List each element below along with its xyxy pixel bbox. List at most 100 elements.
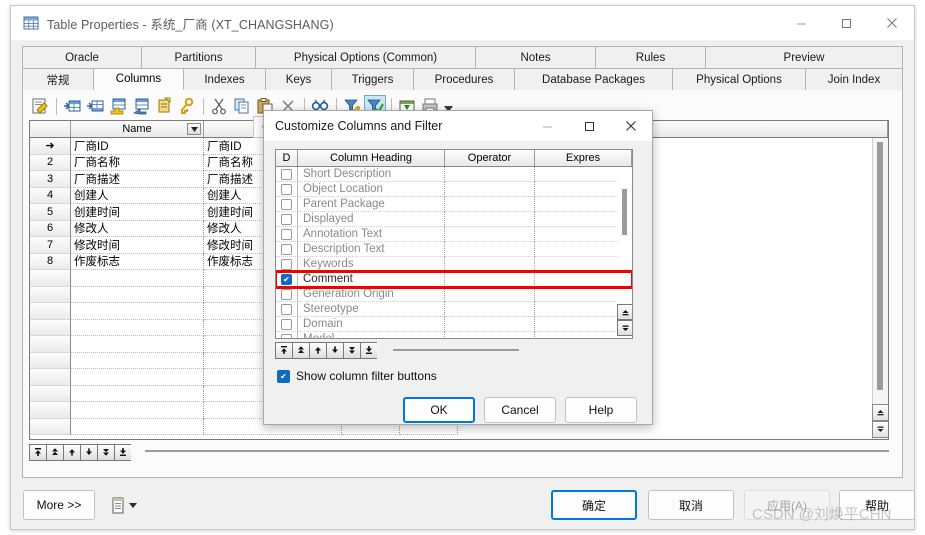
- list-item-operator[interactable]: [445, 242, 535, 257]
- tab-triggers[interactable]: Triggers: [332, 68, 414, 90]
- copy-column-icon[interactable]: [153, 95, 175, 117]
- cell-name[interactable]: [71, 270, 204, 287]
- tab-join-index[interactable]: Join Index: [806, 68, 903, 90]
- dialog-ok-button[interactable]: OK: [403, 397, 475, 423]
- insert-row-icon[interactable]: [61, 95, 83, 117]
- display-checkbox[interactable]: [281, 288, 292, 300]
- tab-partitions[interactable]: Partitions: [142, 46, 256, 68]
- list-item-label[interactable]: Generation Origin: [298, 287, 445, 302]
- grid-horizontal-scrollbar[interactable]: [145, 445, 889, 459]
- report-menu-button[interactable]: [106, 490, 142, 520]
- tab-physical-options[interactable]: Physical Options: [673, 68, 806, 90]
- list-item[interactable]: Annotation Text: [276, 227, 632, 242]
- scrollbar-track[interactable]: [393, 348, 519, 352]
- cell-name[interactable]: [71, 303, 204, 320]
- copy-icon[interactable]: [231, 95, 253, 117]
- list-item-operator[interactable]: [445, 332, 535, 338]
- display-checkbox[interactable]: [281, 168, 292, 180]
- list-item-operator[interactable]: [445, 227, 535, 242]
- cell-name[interactable]: [71, 286, 204, 303]
- dialog-maximize-button[interactable]: [568, 111, 610, 141]
- dialog-horizontal-scrollbar[interactable]: [393, 344, 633, 356]
- list-item-comment[interactable]: ✔ Comment: [276, 270, 632, 289]
- minimize-button[interactable]: [779, 6, 824, 40]
- close-button[interactable]: [869, 6, 914, 40]
- list-item[interactable]: Parent Package: [276, 197, 632, 212]
- list-item-checkbox-cell[interactable]: [276, 257, 298, 272]
- display-checkbox[interactable]: [281, 243, 292, 255]
- list-item-label[interactable]: Description Text: [298, 242, 445, 257]
- tab-preview[interactable]: Preview: [706, 46, 903, 68]
- list-item[interactable]: Generation Origin: [276, 287, 632, 302]
- row-number[interactable]: 4: [30, 187, 71, 204]
- list-item-operator[interactable]: [445, 212, 535, 227]
- list-item-operator[interactable]: [445, 287, 535, 302]
- cell-name[interactable]: 修改时间: [71, 237, 204, 254]
- list-item-expression[interactable]: [535, 272, 632, 287]
- display-checkbox[interactable]: [281, 198, 292, 210]
- list-item-label[interactable]: Keywords: [298, 257, 445, 272]
- nav-up-button[interactable]: [63, 443, 80, 461]
- replace-column-icon[interactable]: [130, 95, 152, 117]
- tab-database-packages[interactable]: Database Packages: [515, 68, 673, 90]
- cell-name[interactable]: [71, 352, 204, 369]
- display-checkbox[interactable]: [281, 333, 292, 338]
- row-number[interactable]: [30, 418, 71, 435]
- tab-indexes[interactable]: Indexes: [184, 68, 266, 90]
- tab-physical-options-common[interactable]: Physical Options (Common): [256, 46, 476, 68]
- cut-icon[interactable]: [208, 95, 230, 117]
- row-number[interactable]: [30, 369, 71, 386]
- list-item-operator[interactable]: [445, 302, 535, 317]
- tab-columns[interactable]: Columns: [94, 68, 184, 90]
- cell-name[interactable]: 创建人: [71, 187, 204, 204]
- dialog-help-button[interactable]: Help: [565, 397, 637, 423]
- cell-name[interactable]: 创建时间: [71, 204, 204, 221]
- properties-icon[interactable]: [29, 95, 51, 117]
- chevron-down-icon[interactable]: [129, 502, 137, 508]
- cell-name[interactable]: [71, 402, 204, 419]
- list-item[interactable]: Description Text: [276, 242, 632, 257]
- dialog-minimize-button[interactable]: [526, 111, 568, 141]
- display-checkbox[interactable]: [281, 228, 292, 240]
- tab-notes[interactable]: Notes: [476, 46, 596, 68]
- list-item-checkbox-cell[interactable]: ✔: [276, 272, 298, 287]
- list-item-operator[interactable]: [445, 197, 535, 212]
- display-checkbox[interactable]: ✔: [281, 273, 292, 285]
- list-item-checkbox-cell[interactable]: [276, 302, 298, 317]
- grid-scroll-top-button[interactable]: [872, 404, 888, 421]
- list-item-checkbox-cell[interactable]: [276, 287, 298, 302]
- tab-oracle[interactable]: Oracle: [22, 46, 142, 68]
- dialog-nav-page-up-button[interactable]: [292, 341, 309, 359]
- list-item[interactable]: Model: [276, 332, 632, 338]
- row-number[interactable]: 8: [30, 253, 71, 270]
- scrollbar-track[interactable]: [145, 450, 889, 454]
- list-item-operator[interactable]: [445, 167, 535, 182]
- dialog-nav-last-button[interactable]: [360, 341, 377, 359]
- cell-name[interactable]: [71, 319, 204, 336]
- list-item-checkbox-cell[interactable]: [276, 197, 298, 212]
- row-number[interactable]: 6: [30, 220, 71, 237]
- grid-vertical-scrollbar[interactable]: [872, 138, 888, 439]
- tab-general[interactable]: 常规: [22, 68, 94, 90]
- dialog-nav-up-button[interactable]: [309, 341, 326, 359]
- name-filter-button[interactable]: [187, 123, 201, 135]
- list-item[interactable]: Keywords: [276, 257, 632, 272]
- cell-name[interactable]: 修改人: [71, 220, 204, 237]
- show-filter-buttons-checkbox[interactable]: ✔: [277, 369, 290, 383]
- dialog-nav-first-button[interactable]: [275, 341, 292, 359]
- list-item[interactable]: Stereotype: [276, 302, 632, 317]
- list-move-top-button[interactable]: [617, 304, 632, 320]
- list-item-checkbox-cell[interactable]: [276, 242, 298, 257]
- maximize-button[interactable]: [824, 6, 869, 40]
- show-filter-buttons-row[interactable]: ✔ Show column filter buttons: [277, 369, 437, 383]
- dialog-cancel-button[interactable]: Cancel: [484, 397, 556, 423]
- cancel-button[interactable]: 取消: [648, 490, 734, 520]
- cell-name[interactable]: [71, 369, 204, 386]
- list-item-label[interactable]: Displayed: [298, 212, 445, 227]
- list-item-checkbox-cell[interactable]: [276, 227, 298, 242]
- row-number[interactable]: [30, 270, 71, 287]
- list-item[interactable]: Short Description: [276, 167, 632, 182]
- nav-last-button[interactable]: [114, 443, 131, 461]
- list-item[interactable]: Displayed: [276, 212, 632, 227]
- cell-name[interactable]: 厂商ID: [71, 138, 204, 155]
